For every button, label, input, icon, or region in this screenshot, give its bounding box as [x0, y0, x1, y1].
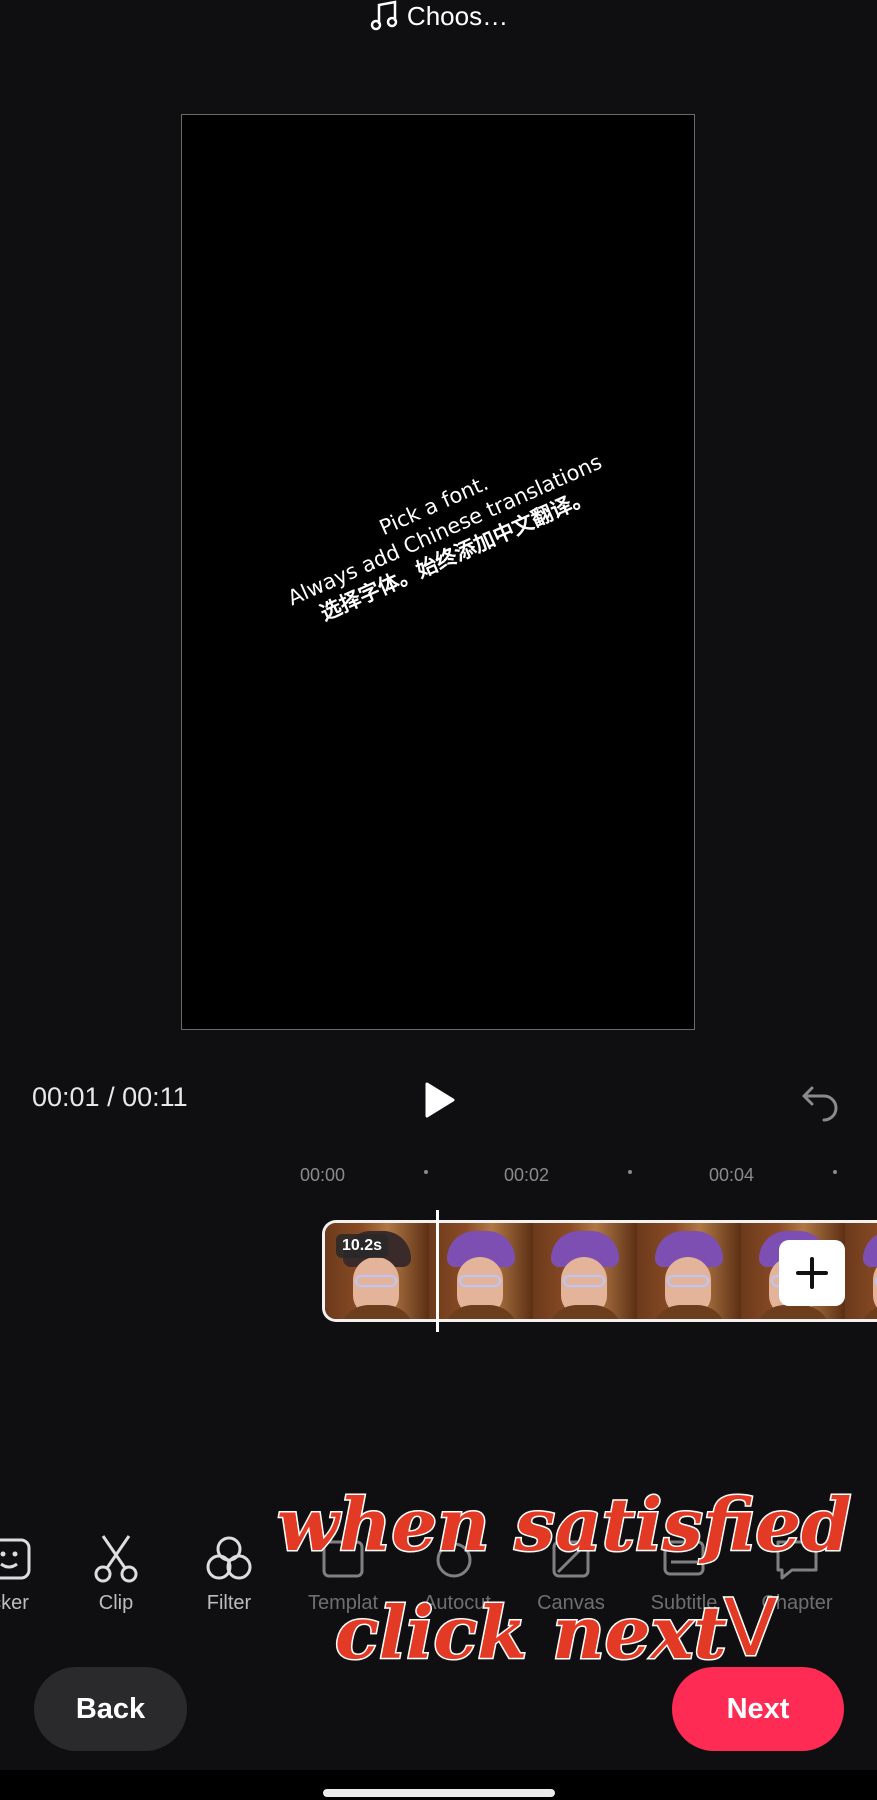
- music-selector[interactable]: Choos…: [0, 0, 877, 32]
- ruler-tick: 00:00: [300, 1165, 346, 1185]
- undo-icon[interactable]: [800, 1080, 842, 1122]
- scissors-icon: [94, 1535, 138, 1583]
- plus-icon: [796, 1257, 828, 1289]
- back-button[interactable]: Back: [34, 1667, 187, 1751]
- clip-duration-badge: 10.2s: [336, 1234, 389, 1258]
- ruler-dot: [424, 1170, 428, 1174]
- playback-time: 00:01 / 00:11: [32, 1082, 188, 1112]
- tool-label: cker: [0, 1592, 29, 1614]
- filter-icon: [206, 1536, 252, 1580]
- ruler-dot: [628, 1170, 632, 1174]
- clip-thumbnail: [429, 1223, 533, 1319]
- ruler-tick: 00:02: [504, 1165, 550, 1185]
- clip-thumbnail: [637, 1223, 741, 1319]
- home-indicator[interactable]: [323, 1789, 555, 1797]
- tool-clip[interactable]: Clip: [61, 1532, 171, 1615]
- annotation-checkmark: V: [722, 1583, 778, 1676]
- tool-label: Filter: [206, 1592, 252, 1614]
- clip-thumbnail: [845, 1223, 877, 1319]
- sticker-icon: [0, 1538, 31, 1580]
- add-clip-button[interactable]: [779, 1240, 845, 1306]
- ruler-dot: [833, 1170, 837, 1174]
- clip-thumbnail: [533, 1223, 637, 1319]
- annotation-line-2: click next: [334, 1589, 729, 1677]
- tool-sticker[interactable]: cker: [0, 1532, 65, 1615]
- annotation-line-1: when satisfied: [275, 1481, 852, 1569]
- tool-label: Clip: [98, 1592, 134, 1614]
- music-note-icon: [370, 0, 398, 31]
- ruler-tick: 00:04: [709, 1165, 755, 1185]
- next-button[interactable]: Next: [672, 1667, 844, 1751]
- playhead[interactable]: [436, 1210, 439, 1332]
- tool-filter[interactable]: Filter: [174, 1532, 284, 1615]
- play-icon[interactable]: [419, 1080, 459, 1120]
- music-label: Choos…: [406, 0, 509, 31]
